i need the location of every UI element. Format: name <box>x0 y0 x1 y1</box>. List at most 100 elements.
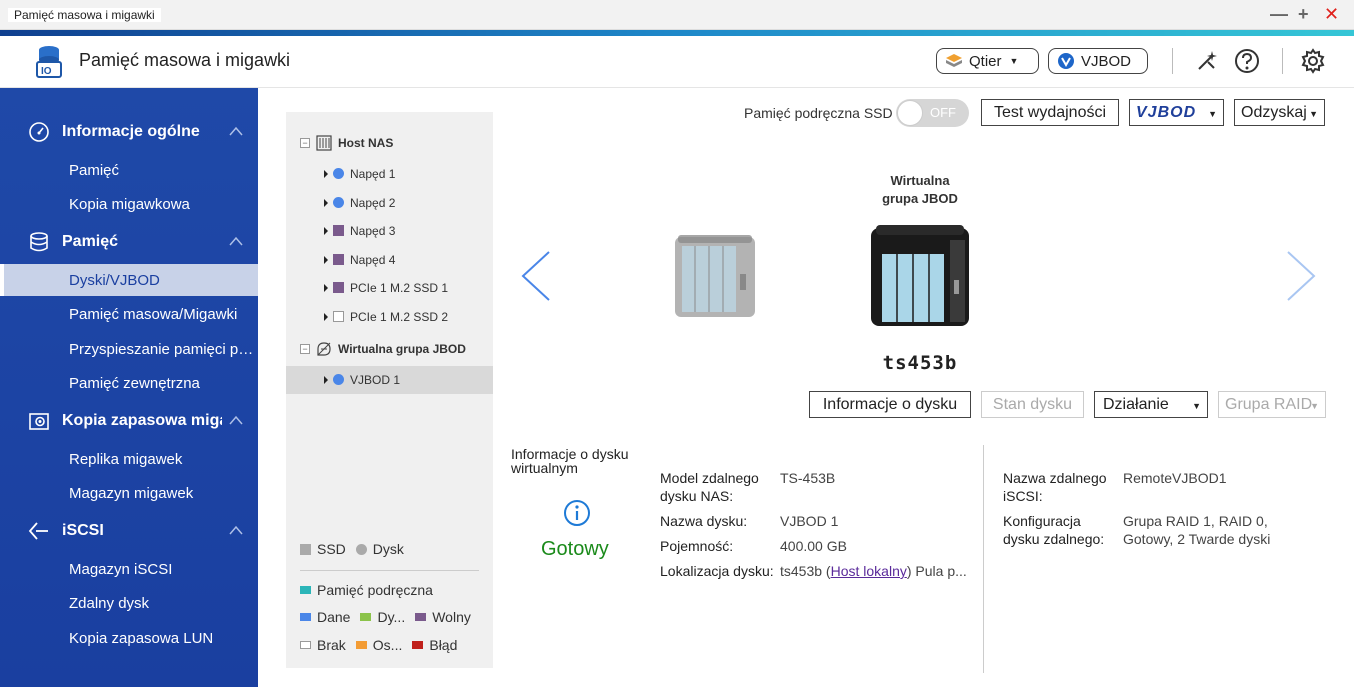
database-icon <box>30 232 48 252</box>
chevron-down-icon: ▼ <box>1009 56 1019 66</box>
sidebar-item-label: Przyspieszanie pamięci podręcznej <box>69 341 254 358</box>
sidebar-item-external-storage[interactable]: Pamięć zewnętrzna <box>0 367 258 399</box>
device-title-line: Wirtualna <box>890 173 950 188</box>
sidebar-group-iscsi[interactable]: iSCSI <box>0 515 258 547</box>
sidebar-item-snapshot-vault[interactable]: Magazyn migawek <box>0 477 258 509</box>
gear-icon[interactable] <box>1300 48 1326 74</box>
tree-node-label: Napęd 4 <box>350 253 396 267</box>
close-icon[interactable]: ✕ <box>1324 4 1339 25</box>
legend-free: Wolny <box>415 609 471 625</box>
legend-disk: Dysk <box>355 541 404 557</box>
action-menu-button[interactable]: Działanie ▼ <box>1094 391 1208 418</box>
help-icon[interactable] <box>1234 48 1260 74</box>
tree-node-drive[interactable]: Napęd 4 <box>286 246 493 274</box>
button-label: Odzyskaj <box>1241 103 1307 121</box>
chevron-down-icon: ▼ <box>1309 109 1318 119</box>
sidebar-item-overview-storage[interactable]: Pamięć <box>0 154 258 186</box>
magic-wand-icon[interactable] <box>1194 48 1220 74</box>
tree-node-vjbod[interactable]: VJBOD 1 <box>286 366 493 394</box>
chevron-up-icon <box>229 236 243 246</box>
expand-arrow-icon[interactable] <box>324 376 328 384</box>
sidebar-item-iscsi-storage[interactable]: Magazyn iSCSI <box>0 553 258 585</box>
sidebar-group-label: Pamięć <box>62 233 119 250</box>
sidebar-item-cache-acceleration[interactable]: Przyspieszanie pamięci podręcznej <box>0 333 258 365</box>
maximize-icon[interactable]: + <box>1298 4 1309 25</box>
disk-info-button[interactable]: Informacje o dysku <box>809 391 971 418</box>
ssd-cache-label: Pamięć podręczna SSD <box>744 105 893 121</box>
collapse-icon[interactable]: − <box>300 344 310 354</box>
expand-arrow-icon[interactable] <box>324 313 328 321</box>
sidebar-item-storage-snapshots[interactable]: Pamięć masowa/Migawki <box>0 298 258 330</box>
recover-menu-button[interactable]: Odzyskaj ▼ <box>1234 99 1325 126</box>
legend-cache: Pamięć podręczna <box>300 582 443 598</box>
toggle-knob <box>897 100 923 126</box>
vjbod-button[interactable]: VJBOD <box>1048 48 1148 74</box>
window-title: Pamięć masowa i migawki <box>8 8 161 22</box>
info-icon <box>564 500 590 526</box>
expand-arrow-icon[interactable] <box>324 170 328 178</box>
tree-node-label: PCIe 1 M.2 SSD 1 <box>350 281 449 295</box>
legend-label: SSD <box>317 541 346 557</box>
tree-node-drive[interactable]: PCIe 1 M.2 SSD 1 <box>286 274 493 302</box>
tree-node-host-nas[interactable]: − Host NAS <box>286 129 493 157</box>
sidebar-item-label: Kopia migawkowa <box>69 196 190 213</box>
legend-usage: Dane Dy... Wolny <box>300 609 481 625</box>
sidebar-item-lun-backup[interactable]: Kopia zapasowa LUN <box>0 622 258 654</box>
performance-test-button[interactable]: Test wydajności <box>981 99 1119 126</box>
device-name: ts453b <box>882 352 958 374</box>
error-swatch-icon <box>412 641 424 649</box>
carousel-next-icon[interactable] <box>1284 248 1318 304</box>
disk-status-icon <box>333 197 344 208</box>
tree-node-virtual-jbod[interactable]: − Wirtualna grupa JBOD <box>286 335 493 363</box>
tree-node-label: PCIe 1 M.2 SSD 2 <box>350 310 449 324</box>
expand-arrow-icon[interactable] <box>324 227 328 235</box>
tree-node-drive[interactable]: Napęd 1 <box>286 160 493 188</box>
minimize-icon[interactable]: — <box>1270 4 1288 25</box>
raid-group-menu-button[interactable]: Grupa RAID ▼ <box>1218 391 1326 418</box>
host-nas-device-icon[interactable] <box>674 234 756 318</box>
legend-error: Błąd <box>412 637 457 653</box>
cache-swatch-icon <box>300 586 311 594</box>
chevron-up-icon <box>229 525 243 535</box>
app-header: IO Pamięć masowa i migawki Qtier ▼ VJBOD <box>0 36 1354 88</box>
expand-arrow-icon[interactable] <box>324 199 328 207</box>
qtier-button[interactable]: Qtier ▼ <box>936 48 1039 74</box>
sidebar-group-storage[interactable]: Pamięć <box>0 226 258 258</box>
sidebar-item-overview-snapshot[interactable]: Kopia migawkowa <box>0 188 258 220</box>
tree-node-drive[interactable]: PCIe 1 M.2 SSD 2 <box>286 303 493 331</box>
tree-node-label: Napęd 2 <box>350 196 396 210</box>
chevron-down-icon: ▼ <box>1310 401 1319 411</box>
ssd-status-icon <box>333 282 344 293</box>
carousel-prev-icon[interactable] <box>519 248 553 304</box>
disk-status-icon <box>333 374 344 385</box>
sidebar-item-remote-disk[interactable]: Zdalny dysk <box>0 587 258 619</box>
vjbod-device-icon[interactable] <box>870 224 970 327</box>
sidebar-item-label: Pamięć masowa/Migawki <box>69 306 238 323</box>
nas-server-icon <box>316 135 332 151</box>
tree-node-drive[interactable]: Napęd 2 <box>286 189 493 217</box>
vjbod-menu-button[interactable]: VJBOD ▼ <box>1129 99 1224 126</box>
collapse-icon[interactable]: − <box>300 138 310 148</box>
sidebar-item-snapshot-replica[interactable]: Replika migawek <box>0 443 258 475</box>
window-titlebar: Pamięć masowa i migawki — + ✕ <box>0 0 1354 30</box>
legend-label: Brak <box>317 637 346 653</box>
toggle-state-label: OFF <box>930 105 956 120</box>
sidebar-item-label: Replika migawek <box>69 451 183 468</box>
expand-arrow-icon[interactable] <box>324 284 328 292</box>
legend-label: Błąd <box>429 637 458 653</box>
sidebar-group-snapshot-backup[interactable]: Kopia zapasowa migawek <box>0 405 258 437</box>
ssd-cache-toggle[interactable]: OFF <box>896 99 969 127</box>
virtual-jbod-icon <box>317 342 331 356</box>
sidebar-item-disks-vjbod[interactable]: Dyski/VJBOD <box>0 264 258 296</box>
sidebar-group-overview[interactable]: Informacje ogólne <box>0 116 258 148</box>
disk-status-button[interactable]: Stan dysku <box>981 391 1084 418</box>
tree-node-drive[interactable]: Napęd 3 <box>286 217 493 245</box>
expand-arrow-icon[interactable] <box>324 256 328 264</box>
legend-label: Pamięć podręczna <box>317 582 433 598</box>
gauge-icon <box>29 122 49 142</box>
data-swatch-icon <box>300 613 311 621</box>
sidebar-item-label: Pamięć zewnętrzna <box>69 375 200 392</box>
sidebar-group-label: Kopia zapasowa migawek <box>62 412 222 429</box>
none-swatch-icon <box>300 641 311 649</box>
local-host-link[interactable]: Host lokalny <box>831 563 907 579</box>
